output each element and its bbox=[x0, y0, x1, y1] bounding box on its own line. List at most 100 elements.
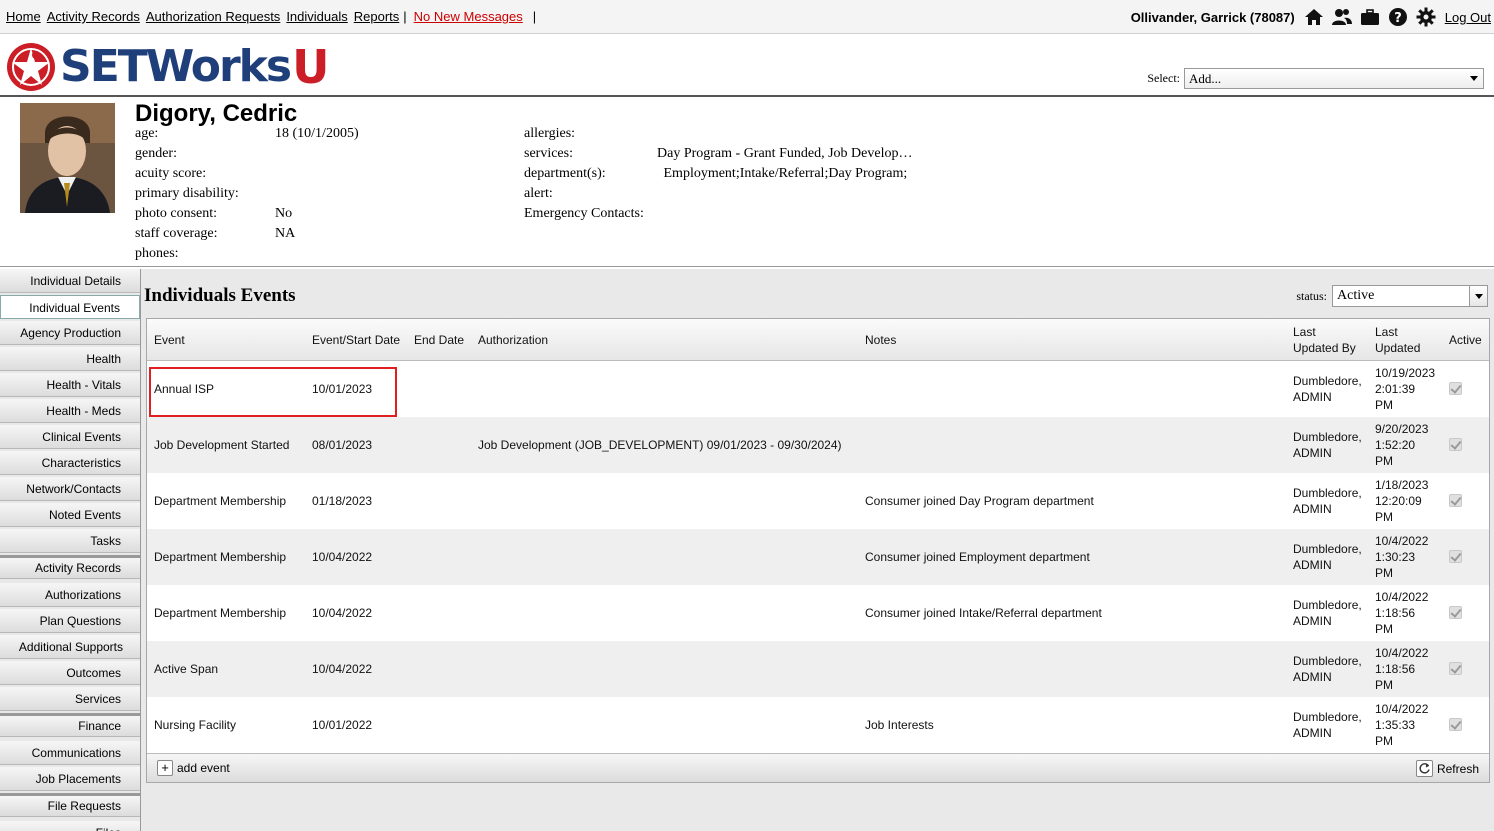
sidebar-item-agency-production[interactable]: Agency Production bbox=[0, 321, 140, 345]
table-row[interactable]: Department Membership 10/04/2022 Consume… bbox=[147, 585, 1489, 641]
messages-link[interactable]: No New Messages bbox=[414, 9, 523, 24]
updated-time: 12:20:09 bbox=[1375, 494, 1422, 508]
logout-link[interactable]: Log Out bbox=[1445, 10, 1491, 25]
nav-activity-records-link[interactable]: Activity Records bbox=[47, 9, 140, 24]
sidebar-item-noted-events[interactable]: Noted Events bbox=[0, 503, 140, 527]
briefcase-icon[interactable] bbox=[1359, 6, 1381, 28]
status-label: status: bbox=[1296, 288, 1327, 303]
updated-time: 2:01:39 bbox=[1375, 382, 1416, 396]
sidebar-item-individual-events[interactable]: Individual Events bbox=[0, 295, 140, 319]
sidebar-item-additional-supports[interactable]: Additional Supports bbox=[0, 635, 140, 659]
add-select-dropdown[interactable]: Add... bbox=[1184, 68, 1484, 89]
people-icon[interactable] bbox=[1331, 6, 1353, 28]
profile-field-value: 18 (10/1/2005) bbox=[275, 126, 359, 141]
profile-field-label: acuity score: bbox=[135, 166, 207, 181]
setworks-logo[interactable]: SETWorks U bbox=[6, 42, 329, 92]
sidebar-item-finance[interactable]: Finance bbox=[0, 713, 140, 737]
select-label: Select: bbox=[1147, 71, 1180, 85]
sidebar-item-clinical-events[interactable]: Clinical Events bbox=[0, 425, 140, 449]
table-row[interactable]: Nursing Facility 10/01/2022 Job Interest… bbox=[147, 697, 1489, 753]
event-start-date: 10/04/2022 bbox=[312, 606, 373, 620]
gear-icon[interactable] bbox=[1415, 6, 1437, 28]
sidebar-item-network-contacts[interactable]: Network/Contacts bbox=[0, 477, 140, 501]
plus-icon: + bbox=[157, 760, 173, 776]
updated-date: 1/18/2023 bbox=[1375, 478, 1429, 492]
sidebar-item-tasks[interactable]: Tasks bbox=[0, 529, 140, 553]
updated-time: 1:35:33 bbox=[1375, 718, 1416, 732]
sidebar-item-authorizations[interactable]: Authorizations bbox=[0, 583, 140, 607]
nav-reports-link[interactable]: Reports bbox=[354, 9, 400, 24]
updated-date: 10/4/2022 bbox=[1375, 590, 1429, 604]
help-icon[interactable]: ? bbox=[1387, 6, 1409, 28]
sidebar-item-health-vitals[interactable]: Health - Vitals bbox=[0, 373, 140, 397]
home-icon[interactable] bbox=[1303, 6, 1325, 28]
event-notes: Job Interests bbox=[865, 718, 934, 732]
profile-field-value: No bbox=[275, 206, 293, 221]
sidebar-item-outcomes[interactable]: Outcomes bbox=[0, 661, 140, 685]
nav-separator: | bbox=[532, 9, 537, 24]
sidebar-item-activity-records[interactable]: Activity Records bbox=[0, 555, 140, 579]
event-start-date: 10/04/2022 bbox=[312, 550, 373, 564]
event-name: Job Development Started bbox=[154, 438, 290, 452]
event-name: Nursing Facility bbox=[154, 718, 237, 732]
updated-time: 1:18:56 bbox=[1375, 662, 1416, 676]
profile-field-label: services: bbox=[524, 146, 573, 161]
updated-date: 10/4/2022 bbox=[1375, 534, 1429, 548]
event-start-date: 10/01/2022 bbox=[312, 718, 373, 732]
event-notes: Consumer joined Day Program department bbox=[865, 494, 1094, 508]
table-row[interactable]: Department Membership 01/18/2023 Consume… bbox=[147, 473, 1489, 529]
sidebar-item-plan-questions[interactable]: Plan Questions bbox=[0, 609, 140, 633]
active-checkbox bbox=[1449, 718, 1462, 731]
active-checkbox bbox=[1449, 662, 1462, 675]
top-nav-links: Home Activity Records Authorization Requ… bbox=[6, 9, 543, 24]
table-row[interactable]: Active Span 10/04/2022 Dumbledore, ADMIN… bbox=[147, 641, 1489, 697]
page-title: Individuals Events bbox=[144, 285, 296, 306]
event-name: Department Membership bbox=[154, 550, 287, 564]
table-row[interactable]: Job Development Started 08/01/2023 Job D… bbox=[147, 417, 1489, 473]
column-header-event[interactable]: Event bbox=[154, 332, 185, 348]
column-header-last-updated-by[interactable]: Last Updated By bbox=[1293, 324, 1363, 356]
table-row[interactable]: Department Membership 10/04/2022 Consume… bbox=[147, 529, 1489, 585]
updated-time: 1:18:56 bbox=[1375, 606, 1416, 620]
updated-ampm: PM bbox=[1375, 454, 1393, 468]
sidebar-item-job-placements[interactable]: Job Placements bbox=[0, 767, 140, 791]
status-select[interactable]: Active bbox=[1332, 285, 1488, 307]
column-header-end-date[interactable]: End Date bbox=[414, 332, 464, 348]
profile-field-value: Employment;Intake/Referral;Day Program; bbox=[660, 166, 908, 181]
updated-ampm: PM bbox=[1375, 734, 1393, 748]
column-header-last-updated[interactable]: Last Updated bbox=[1375, 324, 1429, 356]
updated-by-first: ADMIN bbox=[1293, 670, 1332, 684]
events-table: Event Event/Start Date End Date Authoriz… bbox=[146, 318, 1490, 783]
chevron-down-icon[interactable] bbox=[1469, 286, 1487, 306]
status-select-value: Active bbox=[1337, 288, 1375, 303]
logo-suffix: U bbox=[292, 40, 330, 94]
sidebar-item-characteristics[interactable]: Characteristics bbox=[0, 451, 140, 475]
nav-authorization-requests-link[interactable]: Authorization Requests bbox=[146, 9, 280, 24]
nav-home-link[interactable]: Home bbox=[6, 9, 41, 24]
sidebar-item-file-requests[interactable]: File Requests bbox=[0, 793, 140, 817]
sidebar-item-services[interactable]: Services bbox=[0, 687, 140, 711]
top-nav-bar: Home Activity Records Authorization Requ… bbox=[0, 0, 1494, 34]
sidebar-item-files[interactable]: Files bbox=[0, 821, 140, 831]
active-checkbox bbox=[1449, 494, 1462, 507]
column-header-start-date[interactable]: Event/Start Date bbox=[312, 332, 400, 348]
sidebar-item-individual-details[interactable]: Individual Details bbox=[0, 269, 140, 293]
sidebar-item-communications[interactable]: Communications bbox=[0, 741, 140, 765]
nav-individuals-link[interactable]: Individuals bbox=[286, 9, 347, 24]
active-checkbox bbox=[1449, 550, 1462, 563]
updated-time: 1:52:20 bbox=[1375, 438, 1416, 452]
updated-by-first: ADMIN bbox=[1293, 614, 1332, 628]
column-header-notes[interactable]: Notes bbox=[865, 332, 896, 348]
profile-field-label: age: bbox=[135, 126, 159, 141]
updated-by-last: Dumbledore, bbox=[1293, 374, 1362, 388]
updated-ampm: PM bbox=[1375, 678, 1393, 692]
sidebar-item-health[interactable]: Health bbox=[0, 347, 140, 371]
header: SETWorks U Select: Add... bbox=[0, 34, 1494, 97]
refresh-button[interactable]: Refresh bbox=[1415, 760, 1479, 777]
add-event-button[interactable]: + add event bbox=[157, 760, 230, 776]
column-header-authorization[interactable]: Authorization bbox=[478, 332, 548, 348]
column-header-active[interactable]: Active bbox=[1449, 332, 1482, 348]
chevron-down-icon bbox=[1470, 76, 1478, 81]
table-footer: + add event Refresh bbox=[147, 753, 1489, 782]
sidebar-item-health-meds[interactable]: Health - Meds bbox=[0, 399, 140, 423]
